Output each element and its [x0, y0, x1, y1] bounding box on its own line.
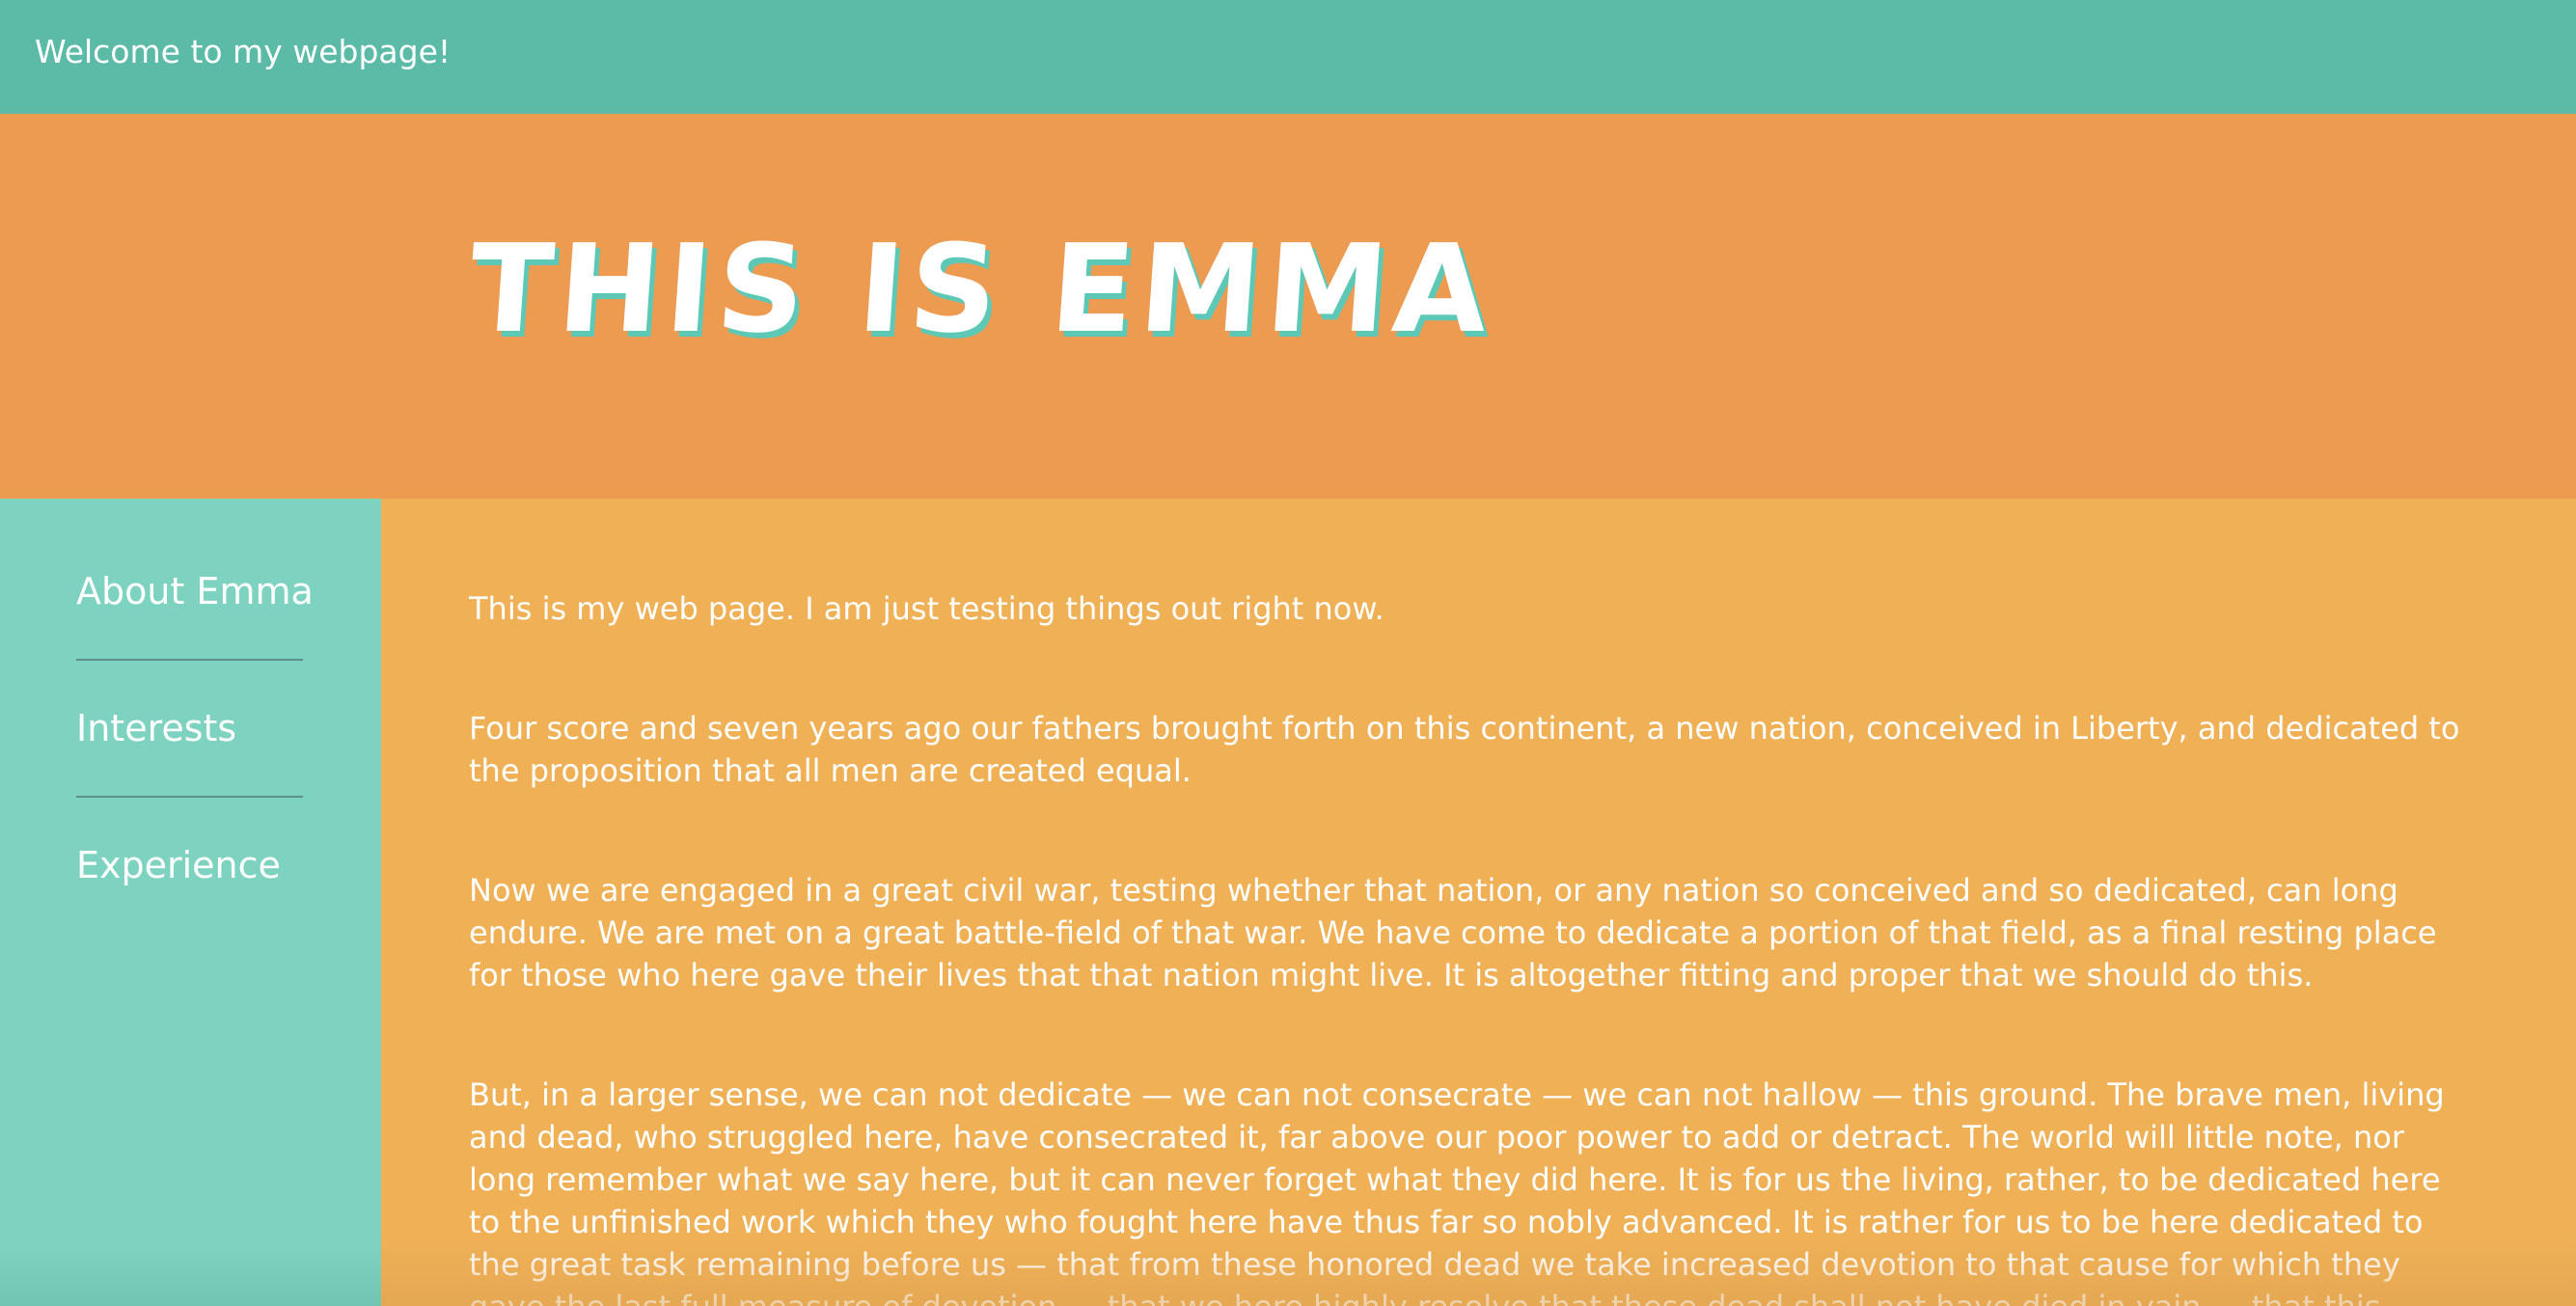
top-bar: Welcome to my webpage! [0, 0, 2576, 114]
sidebar-item-about-emma[interactable]: About Emma [76, 570, 314, 612]
main-content: This is my web page. I am just testing t… [381, 499, 2576, 1306]
sidebar-bottom-shadow [0, 1248, 381, 1306]
sidebar-item-interests[interactable]: Interests [76, 707, 303, 749]
content-bottom-fade [381, 1238, 2576, 1306]
sidebar-item-experience[interactable]: Experience [76, 844, 303, 886]
paragraph-intro: This is my web page. I am just testing t… [469, 590, 1384, 627]
paragraph-2: Now we are engaged in a great civil war,… [469, 872, 2437, 993]
hero-banner: THIS IS EMMA [0, 114, 2576, 499]
page-title: THIS IS EMMA [464, 218, 1498, 360]
sidebar-divider [76, 659, 303, 661]
sidebar-divider [76, 796, 303, 798]
sidebar: About Emma Interests Experience [0, 499, 381, 1306]
welcome-text: Welcome to my webpage! [35, 33, 452, 70]
paragraph-1: Four score and seven years ago our fathe… [469, 710, 2460, 789]
